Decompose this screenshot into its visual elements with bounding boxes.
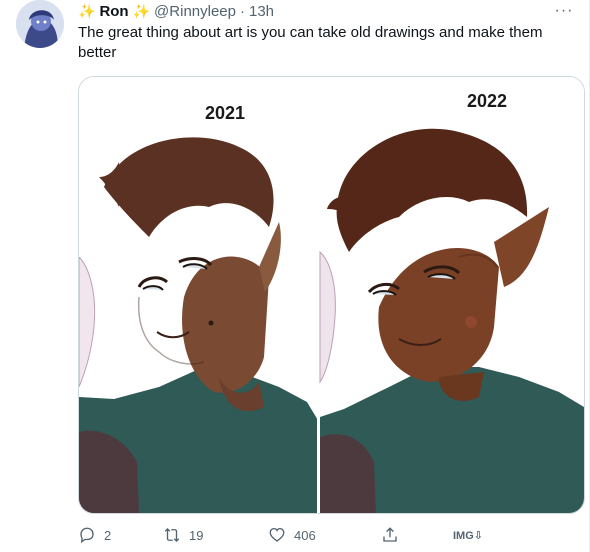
display-name[interactable]: Ron [99,3,128,20]
timestamp[interactable]: 13h [249,3,274,20]
avatar-image [16,0,64,48]
reply-count: 2 [104,527,112,543]
retweet-count: 19 [189,527,204,543]
separator: · [239,3,245,20]
heart-icon [269,527,285,542]
user-handle[interactable]: @Rinnyleep [154,3,236,20]
share-button[interactable] [381,526,399,544]
tweet-actions: 2 19 406 IMG⇩ [78,523,508,547]
tweet-header: ✨ Ron ✨ @Rinnyleep · 13h [78,3,274,20]
more-options-icon[interactable]: ··· [553,2,575,20]
retweet-icon [164,528,180,542]
image-download-button[interactable]: IMG⇩ [453,529,483,542]
tweet-text: The great thing about art is you can tak… [78,24,543,61]
share-icon [383,527,397,542]
year-label-2022: 2022 [467,91,507,111]
retweet-button[interactable]: 19 [163,526,203,544]
sparkle-icon: ✨ [132,3,151,19]
like-button[interactable]: 406 [268,526,316,544]
year-label-2021: 2021 [205,103,245,123]
reply-button[interactable]: 2 [78,526,111,544]
sparkle-icon: ✨ [78,3,96,19]
avatar[interactable] [16,0,64,48]
like-count: 406 [294,527,316,543]
comparison-artwork: 2021 2022 [79,77,584,513]
reply-icon [80,527,94,544]
image-download-label: IMG⇩ [453,529,483,542]
tweet-media-image[interactable]: 2021 2022 [78,76,585,514]
